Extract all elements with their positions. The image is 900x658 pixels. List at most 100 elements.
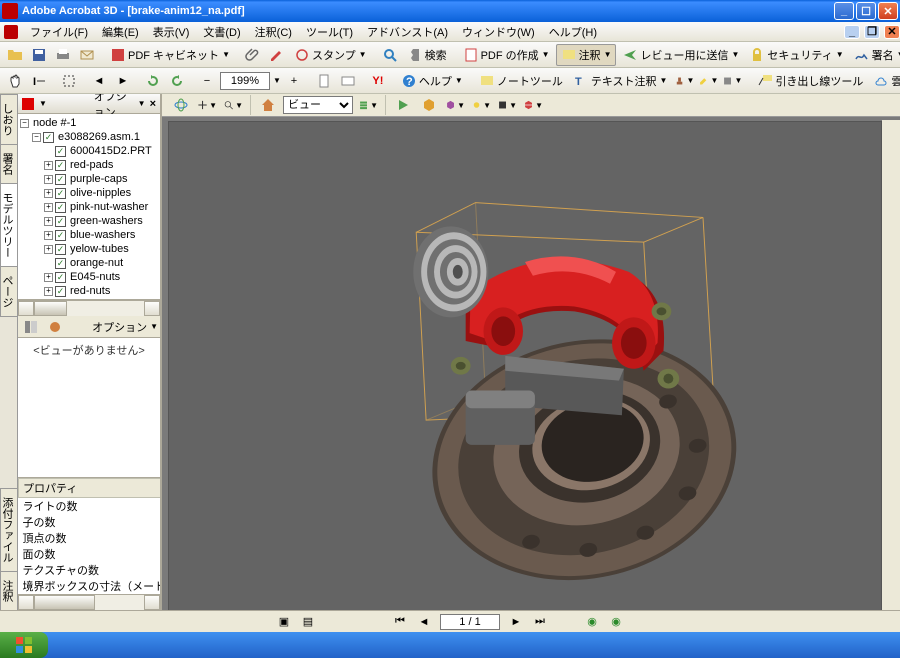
select-tool[interactable]: I (28, 70, 50, 92)
attach-button[interactable] (242, 44, 264, 66)
tree-expander[interactable]: + (44, 287, 53, 296)
prev-view[interactable]: ◄ (88, 70, 110, 92)
tree-expander[interactable]: + (44, 273, 53, 282)
marquee-tool[interactable] (58, 70, 80, 92)
first-page[interactable]: ⏮ (392, 614, 408, 630)
rotate-ccw[interactable] (166, 70, 188, 92)
minimize-button[interactable]: _ (834, 2, 854, 20)
tree-node-label[interactable]: blue-washers (68, 229, 137, 241)
model-render-2[interactable]: ▼ (444, 94, 466, 116)
tree-node-label[interactable]: purple-caps (68, 173, 129, 185)
email-button[interactable] (76, 44, 98, 66)
security-button[interactable]: セキュリティ▼ (745, 45, 847, 65)
send-review-button[interactable]: レビュー用に送信▼ (618, 45, 743, 65)
open-button[interactable] (4, 44, 26, 66)
search-button[interactable]: 検索 (403, 45, 451, 65)
play-button[interactable] (392, 94, 414, 116)
next-page[interactable]: ► (508, 614, 524, 630)
tab-bookmarks[interactable]: しおり (0, 94, 17, 145)
tree-node-label[interactable]: yelow-tubes (68, 243, 131, 255)
tree-checkbox[interactable]: ✓ (43, 132, 54, 143)
props-header-name[interactable]: プロパティ (19, 479, 161, 498)
tree-node-label[interactable]: 6000415D2.PRT (68, 145, 154, 157)
tree-expander[interactable]: + (44, 203, 53, 212)
pdf-cabinet-button[interactable]: PDF キャビネット▼ (106, 45, 234, 65)
search-icon-button[interactable] (379, 44, 401, 66)
pan-3d-tool[interactable]: ▼ (196, 94, 218, 116)
view-tool-2[interactable] (44, 316, 66, 338)
tree-node-label[interactable]: pink-nut-washer (68, 201, 150, 213)
rotate-cw[interactable] (142, 70, 164, 92)
print-button[interactable] (52, 44, 74, 66)
tree-checkbox[interactable]: ✓ (55, 230, 66, 241)
highlight-tool[interactable]: ▼ (697, 70, 719, 92)
layout-button[interactable]: ▤ (300, 614, 316, 630)
nav-fwd[interactable]: ◉ (608, 614, 624, 630)
tree-node-label[interactable]: orange-nut (68, 257, 125, 269)
model-tree[interactable]: −node #-1−✓e3088269.asm.1✓6000415D2.PRT+… (18, 114, 160, 300)
rotate-3d-tool[interactable] (170, 94, 192, 116)
lighting-button[interactable]: ▼ (470, 94, 492, 116)
tree-expander[interactable]: + (44, 175, 53, 184)
tree-checkbox[interactable]: ✓ (55, 258, 66, 269)
tree-checkbox[interactable]: ✓ (55, 216, 66, 227)
stamp-tool[interactable]: ▼ (673, 70, 695, 92)
start-button[interactable] (0, 632, 48, 658)
view-select[interactable]: ビュー (283, 96, 353, 114)
menu-window[interactable]: ウィンドウ(W) (456, 22, 541, 42)
tree-expander[interactable]: + (44, 217, 53, 226)
tree-checkbox[interactable]: ✓ (55, 272, 66, 283)
tree-checkbox[interactable]: ✓ (55, 160, 66, 171)
zoom-dropdown[interactable]: ▼ (273, 76, 281, 85)
mdi-minimize[interactable]: _ (844, 25, 860, 39)
page-input[interactable] (440, 614, 500, 630)
tab-pages[interactable]: ページ (0, 266, 17, 317)
hand-tool[interactable] (4, 70, 26, 92)
menu-document[interactable]: 文書(D) (197, 22, 246, 42)
menu-help[interactable]: ヘルプ(H) (543, 22, 603, 42)
mdi-restore[interactable]: ❐ (864, 25, 880, 39)
props-hscroll[interactable] (18, 594, 160, 610)
tree-checkbox[interactable]: ✓ (55, 202, 66, 213)
yahoo-button[interactable]: Y! (367, 70, 389, 92)
tab-signatures[interactable]: 署名 (0, 144, 17, 184)
sign-button[interactable]: 署名▼ (850, 45, 900, 65)
menu-comment[interactable]: 注釈(C) (249, 22, 298, 42)
panel-close[interactable]: × (150, 98, 156, 110)
doc-vscroll[interactable] (882, 120, 900, 610)
3d-viewport[interactable] (168, 121, 882, 610)
views-menu[interactable]: ▼ (357, 94, 379, 116)
tree-hscroll[interactable] (18, 300, 160, 316)
prev-page[interactable]: ◄ (416, 614, 432, 630)
tree-checkbox[interactable]: ✓ (55, 146, 66, 157)
cross-section[interactable]: ▼ (522, 94, 544, 116)
tab-comments[interactable]: 注釈 (0, 571, 17, 610)
next-view[interactable]: ► (112, 70, 134, 92)
tree-expander[interactable]: + (44, 161, 53, 170)
help-button[interactable]: ?ヘルプ▼ (397, 71, 467, 91)
tree-expander[interactable]: + (44, 189, 53, 198)
zoom-out[interactable]: − (196, 70, 218, 92)
menu-file[interactable]: ファイル(F) (24, 22, 94, 42)
annotate-button[interactable]: 注釈▼ (556, 44, 617, 66)
callout-tool[interactable]: 引き出し線ツール (753, 71, 867, 91)
tree-node-label[interactable]: olive-nipples (68, 187, 133, 199)
tree-node-label[interactable]: red-pads (68, 159, 115, 171)
tree-checkbox[interactable]: ✓ (55, 244, 66, 255)
note-tool-button[interactable]: ノートツール (475, 71, 567, 91)
tree-checkbox[interactable]: ✓ (55, 174, 66, 185)
close-button[interactable]: ✕ (878, 2, 898, 20)
edit-button[interactable] (266, 44, 288, 66)
color-swatch[interactable] (22, 98, 34, 110)
menu-view[interactable]: 表示(V) (147, 22, 196, 42)
zoom-in[interactable]: + (283, 70, 305, 92)
tree-expander[interactable]: − (32, 133, 41, 142)
tree-node-label[interactable]: e3088269.asm.1 (56, 131, 142, 143)
zoom-3d-tool[interactable]: ▼ (222, 94, 244, 116)
menu-tools[interactable]: ツール(T) (300, 22, 359, 42)
tree-expander[interactable]: − (20, 119, 29, 128)
tab-model-tree[interactable]: モデルツリー (0, 183, 17, 267)
view-tool-1[interactable] (20, 316, 42, 338)
home-view[interactable] (257, 94, 279, 116)
tree-checkbox[interactable]: ✓ (55, 286, 66, 297)
